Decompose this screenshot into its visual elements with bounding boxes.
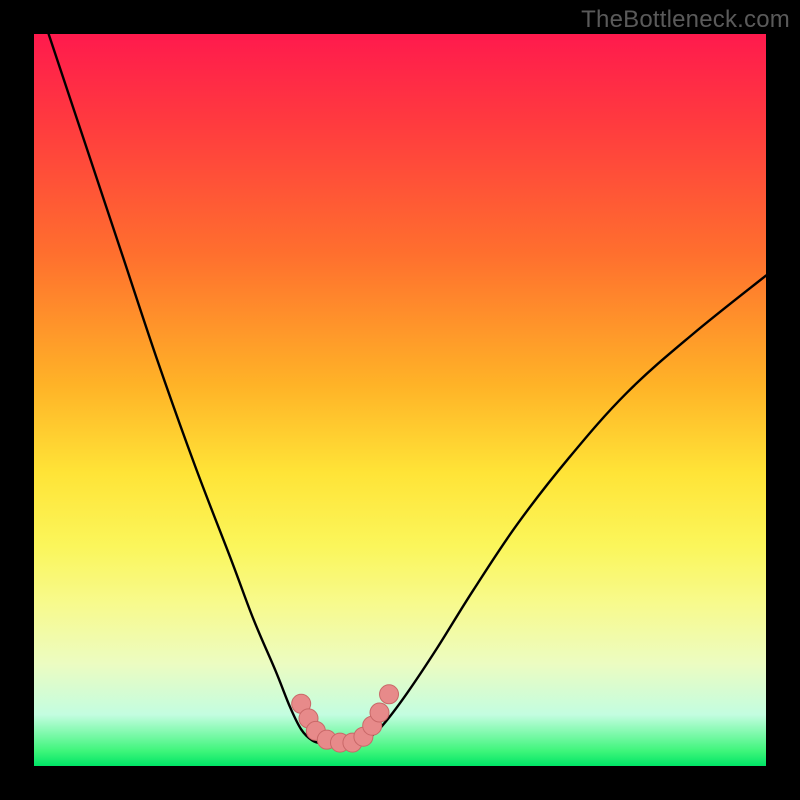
data-marker xyxy=(370,703,389,722)
data-marker xyxy=(354,727,373,746)
data-marker xyxy=(343,733,362,752)
plot-svg xyxy=(34,34,766,766)
data-marker xyxy=(317,730,336,749)
data-marker xyxy=(292,694,311,713)
chart-frame: TheBottleneck.com xyxy=(0,0,800,800)
series-1-path xyxy=(356,276,766,744)
data-marker xyxy=(306,721,325,740)
curve-group xyxy=(49,34,766,744)
data-marker xyxy=(363,716,382,735)
data-marker xyxy=(299,709,318,728)
plot-area xyxy=(34,34,766,766)
data-marker xyxy=(330,733,349,752)
marker-group xyxy=(292,685,399,752)
watermark-text: TheBottleneck.com xyxy=(581,6,790,34)
data-marker xyxy=(380,685,399,704)
series-0-path xyxy=(49,34,324,744)
